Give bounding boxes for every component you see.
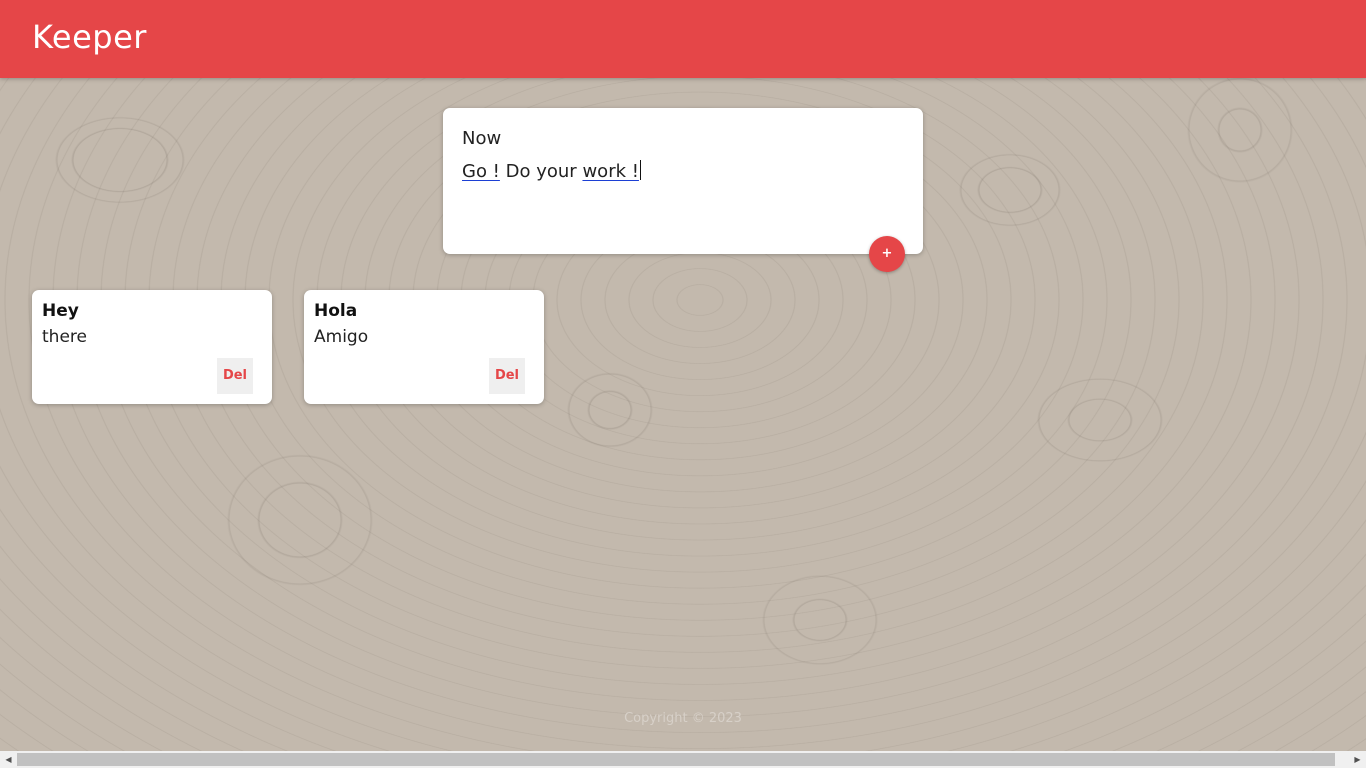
scroll-right-arrow-icon[interactable]: ▶: [1349, 751, 1366, 768]
delete-note-button[interactable]: Del: [489, 358, 525, 394]
delete-note-button[interactable]: Del: [217, 358, 253, 394]
add-note-button[interactable]: +: [869, 236, 905, 272]
spellcheck-word: Go !: [462, 161, 500, 182]
horizontal-scrollbar[interactable]: ◀ ▶: [0, 751, 1366, 768]
app-header: Keeper: [0, 0, 1366, 78]
note-content-textarea[interactable]: Go ! Do your work !: [462, 160, 902, 182]
spellcheck-word: work !: [582, 161, 639, 182]
note-title: Hola: [314, 301, 358, 321]
scroll-left-arrow-icon[interactable]: ◀: [0, 751, 17, 768]
text-cursor: [639, 160, 641, 180]
note-content: there: [42, 327, 87, 347]
note-card: Hola Amigo Del: [304, 290, 544, 404]
note-card: Hey there Del: [32, 290, 272, 404]
footer-copyright: Copyright © 2023: [624, 711, 742, 726]
app-title: Keeper: [32, 18, 147, 56]
content-text: Do your: [505, 161, 577, 182]
note-composer: Go ! Do your work !: [443, 108, 923, 254]
note-title: Hey: [42, 301, 79, 321]
note-content: Amigo: [314, 327, 369, 347]
note-title-input[interactable]: [462, 128, 902, 149]
scrollbar-thumb[interactable]: [17, 753, 1335, 766]
